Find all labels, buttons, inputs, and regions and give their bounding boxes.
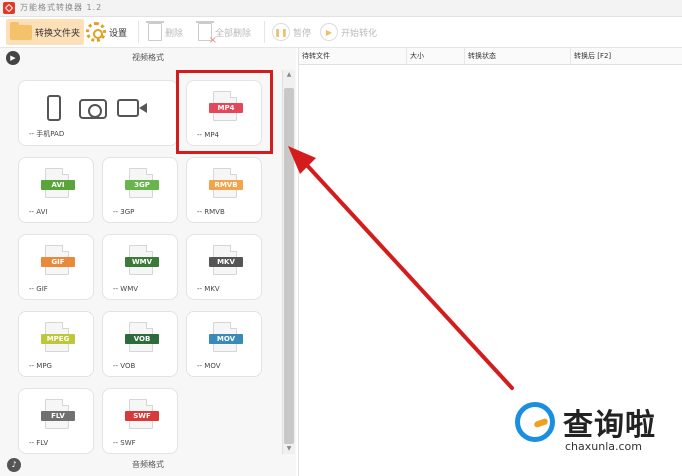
- format-card-swf[interactable]: SWF -- SWF: [102, 388, 178, 454]
- play-icon: ▶: [320, 23, 338, 41]
- toolbar: 转换文件夹 设置 删除 全部删除 ❚❚ 暂停 ▶ 开始转化: [0, 17, 682, 48]
- card-label: -- MOV: [197, 362, 221, 370]
- app-logo-icon: [3, 2, 15, 14]
- format-card-wmv[interactable]: WMV -- WMV: [102, 234, 178, 300]
- format-badge: MPEG: [41, 334, 75, 344]
- delete-label: 删除: [165, 28, 184, 39]
- file-list-header: 待转文件 大小 转换状态 转换后 [F2]: [299, 48, 682, 65]
- format-card-flv[interactable]: FLV -- FLV: [18, 388, 94, 454]
- file-icon: MPEG: [41, 322, 75, 352]
- video-format-label: 视频格式: [132, 53, 164, 62]
- card-label: -- 手机PAD: [29, 130, 65, 138]
- watermark-url: chaxunla.com: [565, 440, 642, 453]
- format-card-mov[interactable]: MOV -- MOV: [186, 311, 262, 377]
- convert-folder-label: 转换文件夹: [35, 28, 81, 39]
- format-card-rmvb[interactable]: RMVB -- RMVB: [186, 157, 262, 223]
- audio-format-header[interactable]: ♪ 音频格式: [0, 455, 296, 475]
- watermark-logo-icon: [515, 402, 555, 442]
- pause-label: 暂停: [293, 28, 312, 39]
- card-label: -- 3GP: [113, 208, 135, 216]
- card-label: -- MPG: [29, 362, 52, 370]
- start-convert-label: 开始转化: [341, 28, 378, 39]
- audio-format-label: 音频格式: [132, 460, 164, 469]
- scroll-down-icon[interactable]: ▼: [283, 444, 295, 454]
- delete-all-button[interactable]: 全部删除: [196, 19, 252, 46]
- scroll-up-icon[interactable]: ▲: [283, 70, 295, 80]
- card-label: -- RMVB: [197, 208, 225, 216]
- pause-icon: ❚❚: [272, 23, 290, 41]
- window-title: 万能格式转换器 1.2: [20, 3, 103, 12]
- video-format-header[interactable]: ▶ 视频格式: [0, 48, 296, 68]
- file-icon: SWF: [125, 399, 159, 429]
- highlight-box: [176, 70, 273, 154]
- format-badge: WMV: [125, 257, 159, 267]
- format-scrollbar[interactable]: ▲ ▼: [282, 70, 295, 454]
- format-badge: GIF: [41, 257, 75, 267]
- phone-icon: [47, 95, 61, 121]
- delete-all-label: 全部删除: [215, 28, 252, 39]
- format-badge: SWF: [125, 411, 159, 421]
- trash-icon: [146, 21, 164, 41]
- video-camera-icon: [117, 99, 147, 117]
- column-header-output[interactable]: 转换后 [F2]: [571, 48, 682, 64]
- format-card-vob[interactable]: VOB -- VOB: [102, 311, 178, 377]
- column-header-status[interactable]: 转换状态: [465, 48, 571, 64]
- pause-button[interactable]: ❚❚ 暂停: [272, 19, 311, 45]
- settings-button[interactable]: 设置: [86, 19, 127, 45]
- toolbar-divider: [138, 21, 139, 43]
- column-header-file[interactable]: 待转文件: [299, 48, 407, 64]
- convert-folder-button[interactable]: 转换文件夹: [6, 19, 85, 45]
- toolbar-divider: [264, 21, 265, 43]
- watermark-text: 查询啦: [563, 408, 656, 443]
- play-circle-icon: ▶: [6, 51, 20, 65]
- title-bar: 万能格式转换器 1.2: [0, 0, 682, 17]
- column-header-size[interactable]: 大小: [407, 48, 465, 64]
- scroll-thumb[interactable]: [284, 88, 294, 444]
- card-label: -- FLV: [29, 439, 49, 447]
- format-badge: MOV: [209, 334, 243, 344]
- gear-icon: [86, 22, 106, 42]
- format-card-avi[interactable]: AVI -- AVI: [18, 157, 94, 223]
- format-badge: VOB: [125, 334, 159, 344]
- file-icon: 3GP: [125, 168, 159, 198]
- format-badge: 3GP: [125, 180, 159, 190]
- folder-icon: [10, 21, 32, 40]
- format-badge: MKV: [209, 257, 243, 267]
- file-icon: GIF: [41, 245, 75, 275]
- card-label: -- MKV: [197, 285, 220, 293]
- delete-button[interactable]: 删除: [146, 19, 184, 45]
- card-label: -- SWF: [113, 439, 136, 447]
- file-icon: WMV: [125, 245, 159, 275]
- settings-label: 设置: [109, 28, 128, 39]
- camera-icon: [79, 99, 107, 119]
- file-icon: FLV: [41, 399, 75, 429]
- card-label: -- WMV: [113, 285, 139, 293]
- start-convert-button[interactable]: ▶ 开始转化: [320, 19, 377, 45]
- format-badge: AVI: [41, 180, 75, 190]
- format-badge: RMVB: [209, 180, 243, 190]
- card-label: -- GIF: [29, 285, 48, 293]
- file-icon: MKV: [209, 245, 243, 275]
- trash-all-icon: [196, 21, 217, 46]
- format-card-3gp[interactable]: 3GP -- 3GP: [102, 157, 178, 223]
- format-card-mkv[interactable]: MKV -- MKV: [186, 234, 262, 300]
- card-label: -- AVI: [29, 208, 48, 216]
- file-icon: RMVB: [209, 168, 243, 198]
- music-note-icon: ♪: [7, 458, 21, 472]
- file-icon: AVI: [41, 168, 75, 198]
- format-card-mpeg[interactable]: MPEG -- MPG: [18, 311, 94, 377]
- file-icon: MOV: [209, 322, 243, 352]
- file-icon: VOB: [125, 322, 159, 352]
- format-card-gif[interactable]: GIF -- GIF: [18, 234, 94, 300]
- format-card-mobile-pad[interactable]: -- 手机PAD: [18, 80, 178, 146]
- card-label: -- VOB: [113, 362, 136, 370]
- format-badge: FLV: [41, 411, 75, 421]
- watermark: 查询啦 chaxunla.com: [505, 392, 682, 476]
